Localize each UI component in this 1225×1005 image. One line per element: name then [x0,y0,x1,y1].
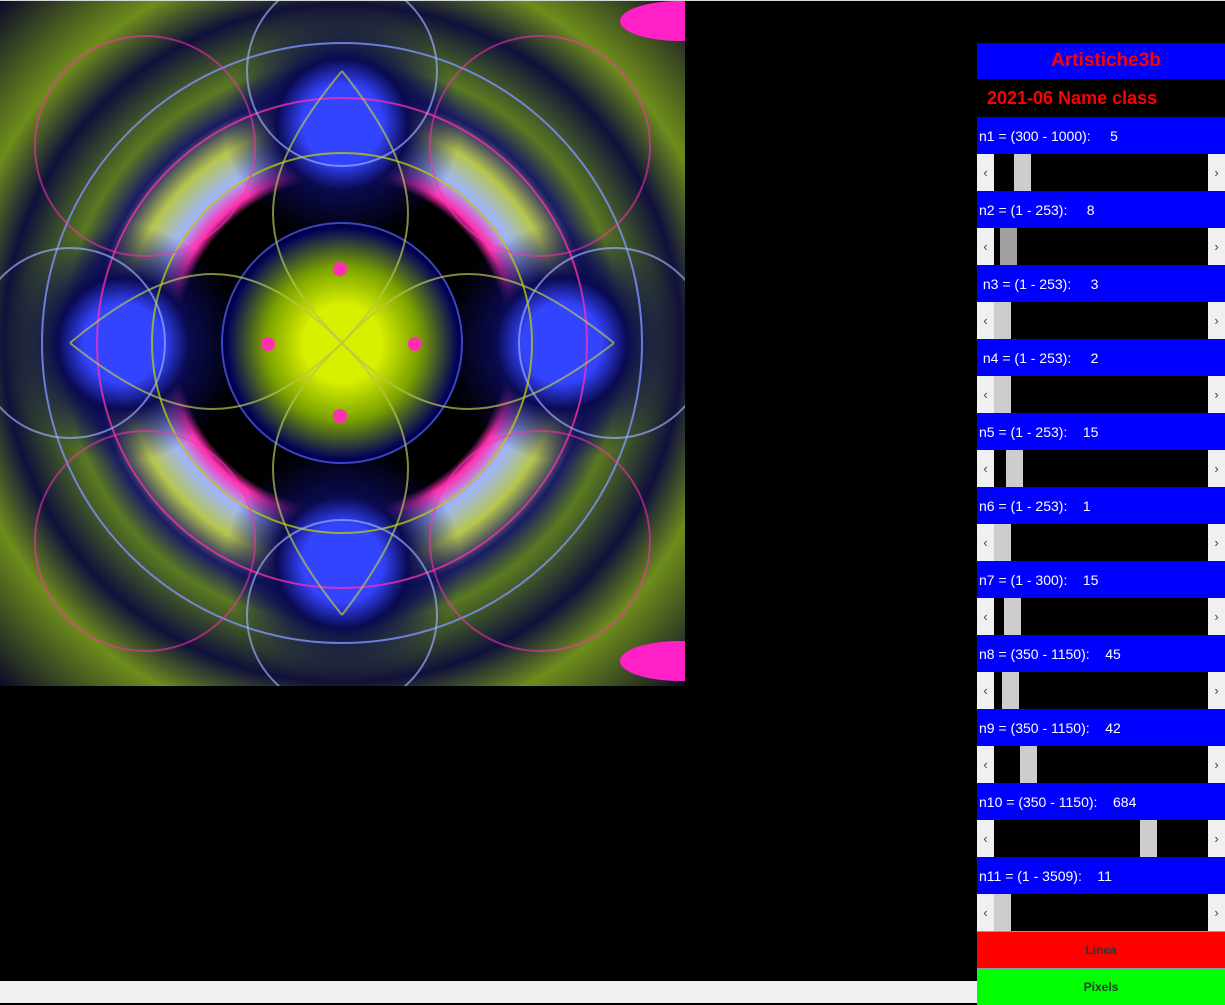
linea-button[interactable]: Linea [977,931,1225,968]
chevron-right-icon[interactable]: › [1208,376,1225,413]
scrollbar-track[interactable] [994,598,1208,635]
param-label-n8: n8 = (350 - 1150): 45 [977,635,1225,672]
scrollbar-track[interactable] [994,302,1208,339]
parameter-list: n1 = (300 - 1000): 5 ‹ › n2 = (1 - 253): 8 ‹… [977,117,1225,931]
chevron-left-icon[interactable]: ‹ [977,894,994,931]
chevron-right-icon[interactable]: › [1208,746,1225,783]
scrollbar-thumb[interactable] [1004,598,1021,635]
chevron-left-icon[interactable]: ‹ [977,450,994,487]
param-label-n4: n4 = (1 - 253): 2 [977,339,1225,376]
scrollbar-track[interactable] [994,450,1208,487]
param-label-n10: n10 = (350 - 1150): 684 [977,783,1225,820]
scrollbar-track[interactable] [994,820,1208,857]
chevron-right-icon[interactable]: › [1208,154,1225,191]
param-label-n5: n5 = (1 - 253): 15 [977,413,1225,450]
scrollbar-thumb[interactable] [994,894,1011,931]
chevron-left-icon[interactable]: ‹ [977,302,994,339]
param-label-n1: n1 = (300 - 1000): 5 [977,117,1225,154]
scrollbar-thumb[interactable] [994,524,1011,561]
scrollbar-thumb[interactable] [1140,820,1157,857]
fractal-canvas [0,1,685,686]
chevron-left-icon[interactable]: ‹ [977,154,994,191]
scrollbar-track[interactable] [994,524,1208,561]
parameter-panel: Artistiche3b 2021-06 Name class n1 = (30… [977,43,1225,1005]
scrollbar-thumb[interactable] [994,302,1011,339]
scrollbar-thumb[interactable] [1014,154,1031,191]
param-label-n3: n3 = (1 - 253): 3 [977,265,1225,302]
chevron-left-icon[interactable]: ‹ [977,598,994,635]
scrollbar-n11[interactable]: ‹ › [977,894,1225,931]
scrollbar-thumb[interactable] [1000,228,1017,265]
scrollbar-n9[interactable]: ‹ › [977,746,1225,783]
chevron-right-icon[interactable]: › [1208,228,1225,265]
chevron-right-icon[interactable]: › [1208,598,1225,635]
chevron-right-icon[interactable]: › [1208,302,1225,339]
chevron-left-icon[interactable]: ‹ [977,746,994,783]
chevron-right-icon[interactable]: › [1208,820,1225,857]
fractal-pattern [0,1,685,686]
chevron-left-icon[interactable]: ‹ [977,672,994,709]
chevron-right-icon[interactable]: › [1208,672,1225,709]
app-title: Artistiche3b [977,43,1225,79]
subtitle: 2021-06 Name class [977,79,1225,117]
scrollbar-track[interactable] [994,376,1208,413]
param-label-n11: n11 = (1 - 3509): 11 [977,857,1225,894]
param-label-n9: n9 = (350 - 1150): 42 [977,709,1225,746]
param-label-n6: n6 = (1 - 253): 1 [977,487,1225,524]
chevron-right-icon[interactable]: › [1208,894,1225,931]
param-label-n7: n7 = (1 - 300): 15 [977,561,1225,598]
chevron-left-icon[interactable]: ‹ [977,820,994,857]
pixels-button[interactable]: Pixels [977,968,1225,1005]
scrollbar-track[interactable] [994,154,1208,191]
scrollbar-n10[interactable]: ‹ › [977,820,1225,857]
scrollbar-thumb[interactable] [1006,450,1023,487]
chevron-right-icon[interactable]: › [1208,524,1225,561]
scrollbar-track[interactable] [994,894,1208,931]
param-label-n2: n2 = (1 - 253): 8 [977,191,1225,228]
status-bar [0,981,977,1003]
chevron-right-icon[interactable]: › [1208,450,1225,487]
scrollbar-track[interactable] [994,228,1208,265]
scrollbar-track[interactable] [994,746,1208,783]
chevron-left-icon[interactable]: ‹ [977,376,994,413]
scrollbar-track[interactable] [994,672,1208,709]
scrollbar-thumb[interactable] [1002,672,1019,709]
chevron-left-icon[interactable]: ‹ [977,524,994,561]
scrollbar-n1[interactable]: ‹ › [977,154,1225,191]
scrollbar-n4[interactable]: ‹ › [977,376,1225,413]
scrollbar-n3[interactable]: ‹ › [977,302,1225,339]
scrollbar-thumb[interactable] [1020,746,1037,783]
scrollbar-n5[interactable]: ‹ › [977,450,1225,487]
scrollbar-n2[interactable]: ‹ › [977,228,1225,265]
scrollbar-n8[interactable]: ‹ › [977,672,1225,709]
scrollbar-n6[interactable]: ‹ › [977,524,1225,561]
scrollbar-thumb[interactable] [994,376,1011,413]
chevron-left-icon[interactable]: ‹ [977,228,994,265]
scrollbar-n7[interactable]: ‹ › [977,598,1225,635]
